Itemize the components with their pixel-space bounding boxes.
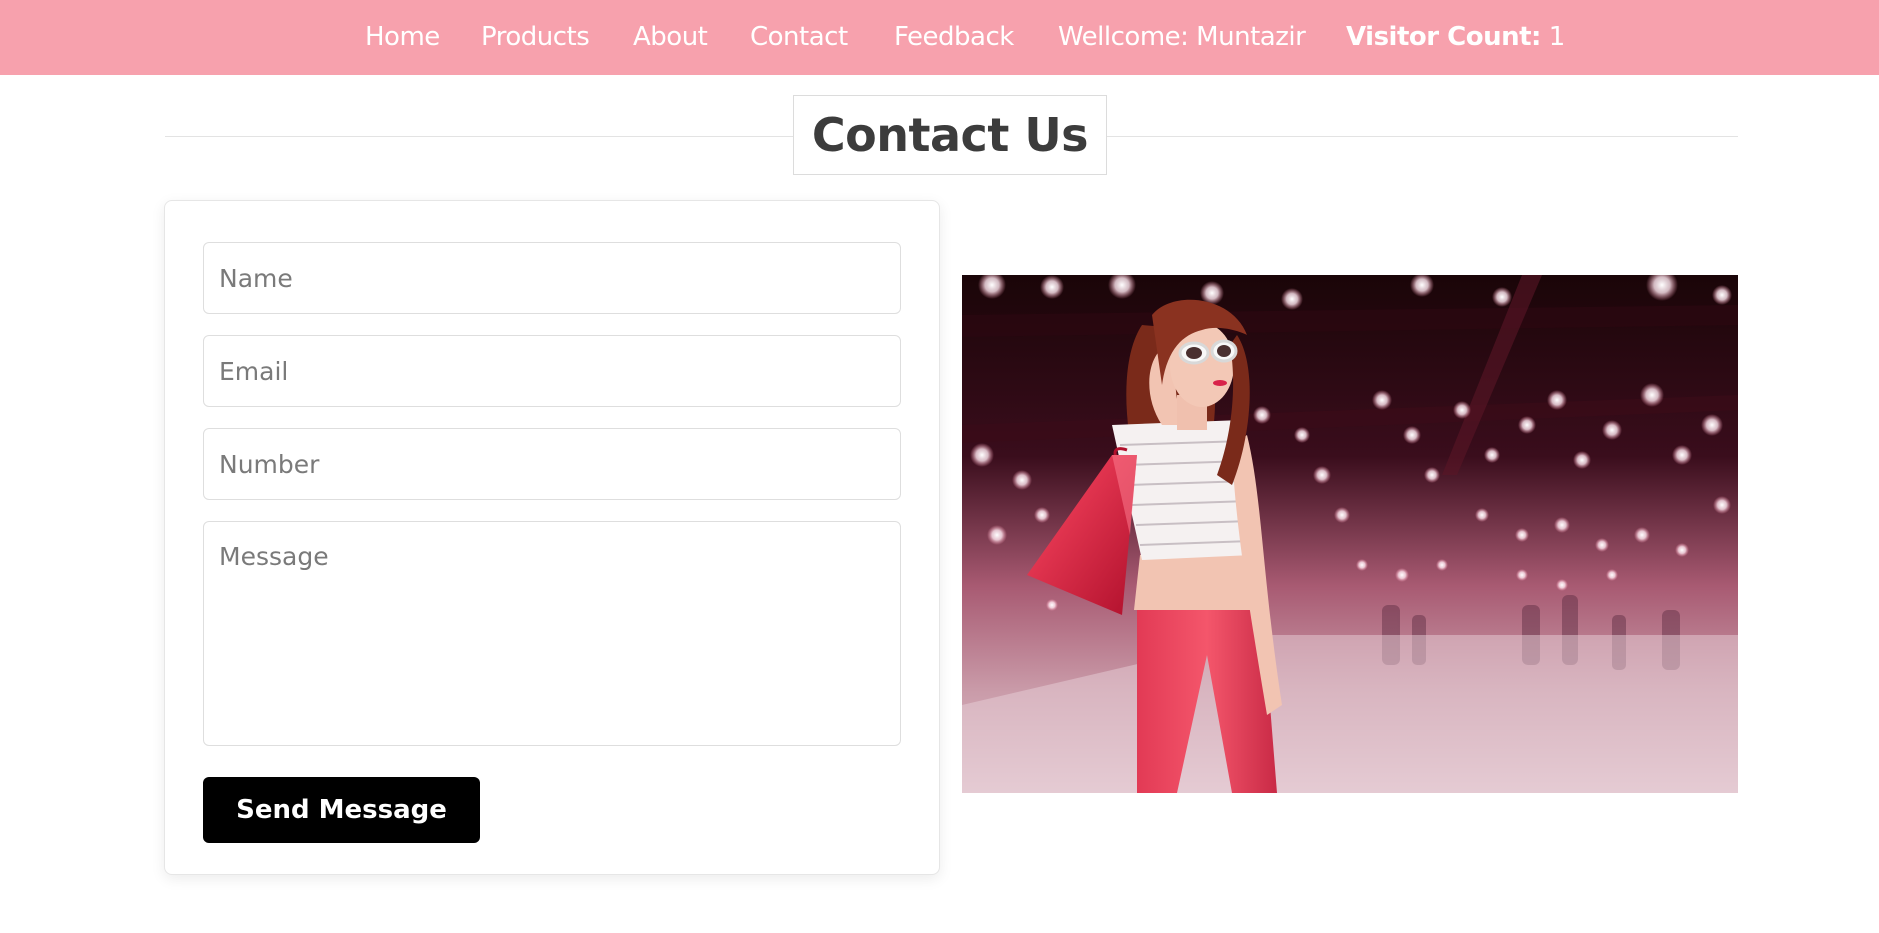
visitor-count-value: 1 [1548,22,1566,52]
page-title: Contact Us [811,108,1089,162]
nav-link-feedback[interactable]: Feedback [894,20,1014,54]
shopping-woman-image [962,275,1738,793]
visitor-count-label: Visitor Count: [1346,22,1541,52]
message-textarea[interactable] [203,521,901,746]
visitor-count: Visitor Count: 1 [1346,20,1565,54]
send-message-button[interactable]: Send Message [203,777,480,843]
name-input[interactable] [203,242,901,314]
nav-link-about[interactable]: About [633,20,708,54]
number-input[interactable] [203,428,901,500]
top-navbar: Home Products About Contact Feedback Wel… [0,0,1879,75]
email-input[interactable] [203,335,901,407]
nav-link-products[interactable]: Products [481,20,590,54]
nav-link-home[interactable]: Home [365,20,440,54]
heading-box: Contact Us [793,95,1107,175]
nav-link-welcome-user[interactable]: Wellcome: Muntazir [1058,20,1306,54]
nav-link-contact[interactable]: Contact [750,20,848,54]
